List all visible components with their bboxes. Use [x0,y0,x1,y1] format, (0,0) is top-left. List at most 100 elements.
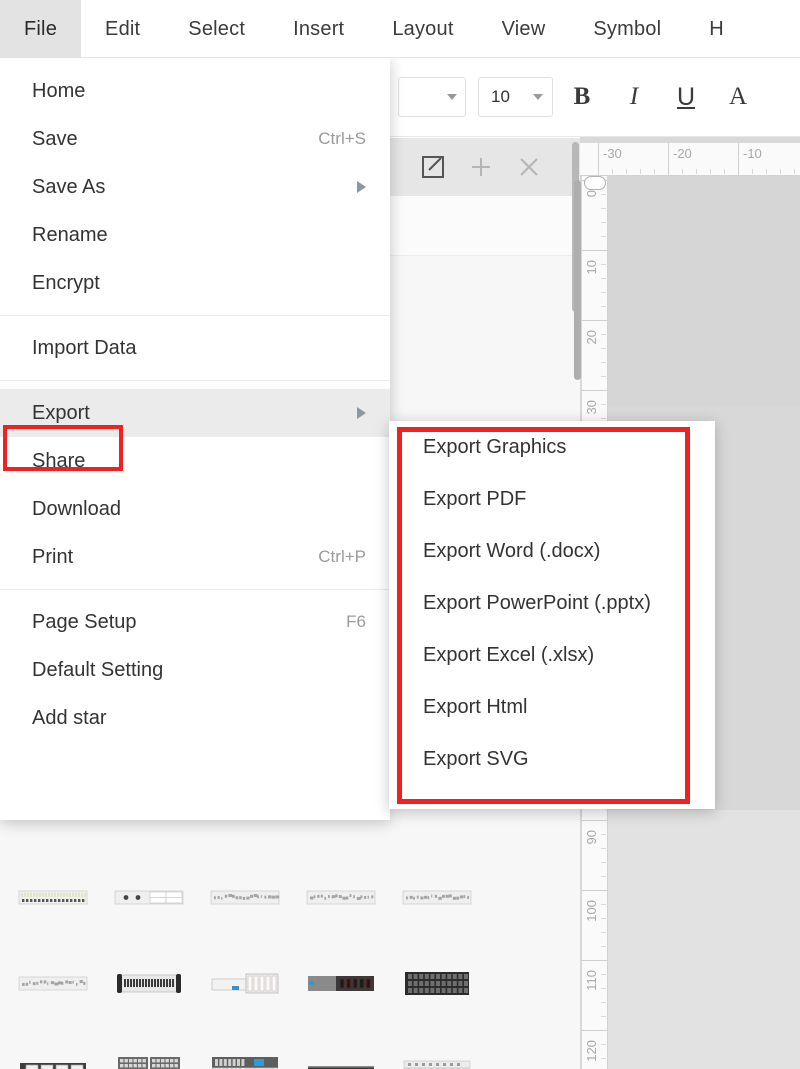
file-menu-item-label: Save [32,127,78,150]
ruler-minor-tick [601,292,606,293]
file-menu-item-save[interactable]: Save Ctrl+S [0,115,390,163]
menu-divider [0,315,390,316]
menubar-item-select[interactable]: Select [164,0,269,58]
menubar-item-view[interactable]: View [478,0,570,58]
font-size-value: 10 [491,87,510,106]
ruler-minor-tick [601,264,606,265]
file-menu-item-label: Import Data [32,336,137,359]
menubar-item-insert[interactable]: Insert [269,0,368,58]
ruler-tick-label: 0 [584,190,599,198]
file-menu-item-rename[interactable]: Rename [0,211,390,259]
ruler-minor-tick [752,169,753,174]
font-size-select[interactable]: 10 [478,77,553,117]
ruler-minor-tick [601,1002,606,1003]
ruler-major-tick [582,960,607,961]
ruler-minor-tick [601,1058,606,1059]
ruler-tick-label: 30 [584,400,599,415]
file-menu-item-home[interactable]: Home [0,67,390,115]
file-menu-item-print[interactable]: Print Ctrl+P [0,533,390,581]
ruler-tick-label: 90 [584,830,599,845]
menubar-item-layout[interactable]: Layout [368,0,477,58]
file-menu-item-default-setting[interactable]: Default Setting [0,646,390,694]
shape-item-server-rack-black-front[interactable] [298,940,384,1026]
export-submenu-item-export-word-docx-[interactable]: Export Word (.docx) [389,525,715,577]
ruler-minor-tick [682,169,683,174]
export-submenu-item-export-graphics[interactable]: Export Graphics [389,421,715,473]
file-menu-item-import-data[interactable]: Import Data [0,324,390,372]
edit-square-icon[interactable] [420,154,446,180]
ruler-minor-tick [601,236,606,237]
ruler-minor-tick [601,932,606,933]
file-menu-item-download[interactable]: Download [0,485,390,533]
shape-item-server-two-bay-panel[interactable] [106,854,192,940]
shape-item-server-patch-panel[interactable] [298,854,384,940]
font-color-button[interactable]: A [715,74,761,120]
ruler-minor-tick [601,974,606,975]
canvas-vertical-scrollbar[interactable] [574,180,581,380]
shape-item-server-rack-thin-bar[interactable] [298,1026,384,1069]
ruler-major-tick [582,1030,607,1031]
chevron-down-icon [533,94,543,100]
chevron-down-icon [447,94,457,100]
export-submenu-item-export-svg[interactable]: Export SVG [389,733,715,785]
ruler-minor-tick [601,306,606,307]
ruler-minor-tick [601,848,606,849]
canvas-page[interactable] [608,176,800,406]
shape-item-server-rack-dual-module[interactable] [106,1026,192,1069]
file-menu-item-encrypt[interactable]: Encrypt [0,259,390,307]
plus-icon[interactable] [468,154,494,180]
close-icon[interactable] [516,154,542,180]
underline-button[interactable]: U [663,74,709,120]
ruler-minor-tick [601,1016,606,1017]
shape-item-server-rack-dense-drives[interactable] [394,940,480,1026]
export-submenu-item-export-powerpoint-pptx-[interactable]: Export PowerPoint (.pptx) [389,577,715,629]
file-menu-item-save-as[interactable]: Save As [0,163,390,211]
bold-button[interactable]: B [559,74,605,120]
export-submenu-item-export-pdf[interactable]: Export PDF [389,473,715,525]
export-submenu-item-export-html[interactable]: Export Html [389,681,715,733]
ruler-minor-tick [640,169,641,174]
ruler-tick-label: 100 [584,900,599,922]
shape-item-server-rack-blue-accent[interactable] [202,1026,288,1069]
ruler-major-tick [582,320,607,321]
menu-divider [0,589,390,590]
italic-button[interactable]: I [611,74,657,120]
shape-item-server-rack-two-port[interactable] [394,1026,480,1069]
ruler-tick-label: -10 [743,146,762,161]
shape-item-server-rack-unit-light[interactable] [202,854,288,940]
shape-item-server-rack-split-panel[interactable] [202,940,288,1026]
canvas-lower-region[interactable] [608,810,800,1069]
ruler-minor-tick [710,169,711,174]
ruler-major-tick [582,250,607,251]
file-menu-item-label: Add star [32,706,107,729]
ruler-origin-marker[interactable] [584,176,606,190]
menubar-item-file[interactable]: File [0,0,82,58]
ruler-minor-tick [601,1044,606,1045]
file-menu-item-shortcut: F6 [346,612,366,631]
shape-grid [0,854,570,1069]
menubar-item-symbol[interactable]: Symbol [569,0,685,58]
file-menu-item-share[interactable]: Share [0,437,390,485]
ruler-minor-tick [601,918,606,919]
shape-item-server-blade-green-leds[interactable] [10,854,96,940]
file-menu-item-label: Default Setting [32,658,164,681]
export-submenu-item-export-excel-xlsx-[interactable]: Export Excel (.xlsx) [389,629,715,681]
ruler-minor-tick [794,169,795,174]
menubar-item-edit[interactable]: Edit [81,0,164,58]
font-family-select[interactable] [398,77,466,117]
file-menu-item-page-setup[interactable]: Page Setup F6 [0,598,390,646]
shape-item-server-module-strip[interactable] [10,940,96,1026]
file-menu-item-label: Encrypt [32,271,100,294]
file-menu-item-add-star[interactable]: Add star [0,694,390,742]
ruler-major-tick [738,143,739,175]
shape-item-server-switch-thin[interactable] [394,854,480,940]
horizontal-ruler: -30 -20 -10 [580,143,800,176]
shape-item-server-rack-four-bay[interactable] [10,1026,96,1069]
file-menu-item-export[interactable]: Export [0,389,390,437]
shape-item-server-rack-1u-dark[interactable] [106,940,192,1026]
submenu-arrow-icon [357,181,366,193]
menubar-item-h[interactable]: H [685,0,748,58]
ruler-minor-tick [601,946,606,947]
ruler-minor-tick [601,876,606,877]
ruler-minor-tick [780,169,781,174]
